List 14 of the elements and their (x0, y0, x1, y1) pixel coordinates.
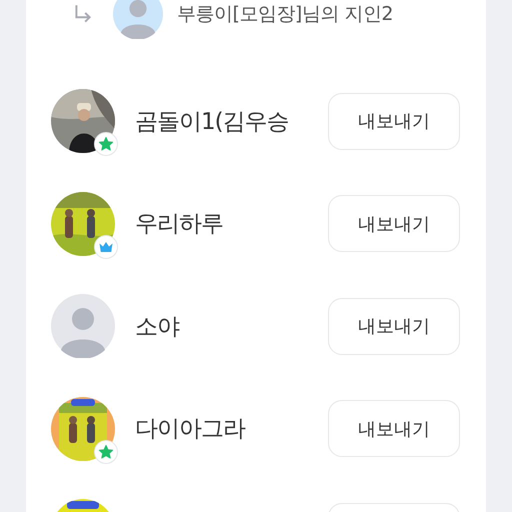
export-button[interactable]: 내보내기 (328, 92, 460, 150)
crown-badge-icon (94, 234, 118, 259)
export-button[interactable]: 내보내기 (328, 400, 460, 458)
star-badge-icon (94, 440, 118, 464)
member-name: 우리하루 (135, 210, 224, 240)
avatar-icon (51, 294, 115, 358)
member-name: 소야 (135, 312, 180, 342)
avatar-icon (113, 0, 163, 39)
member-name: 다이아그라 (135, 415, 246, 444)
member-name: 곰돌이1(김우승 (135, 108, 290, 137)
member-name: 부릉이[모임장]님의 지인2 (177, 2, 393, 27)
star-badge-icon (94, 132, 118, 156)
export-button[interactable]: 내보내기 (328, 195, 460, 252)
export-button[interactable]: 내보내기 (328, 298, 460, 355)
